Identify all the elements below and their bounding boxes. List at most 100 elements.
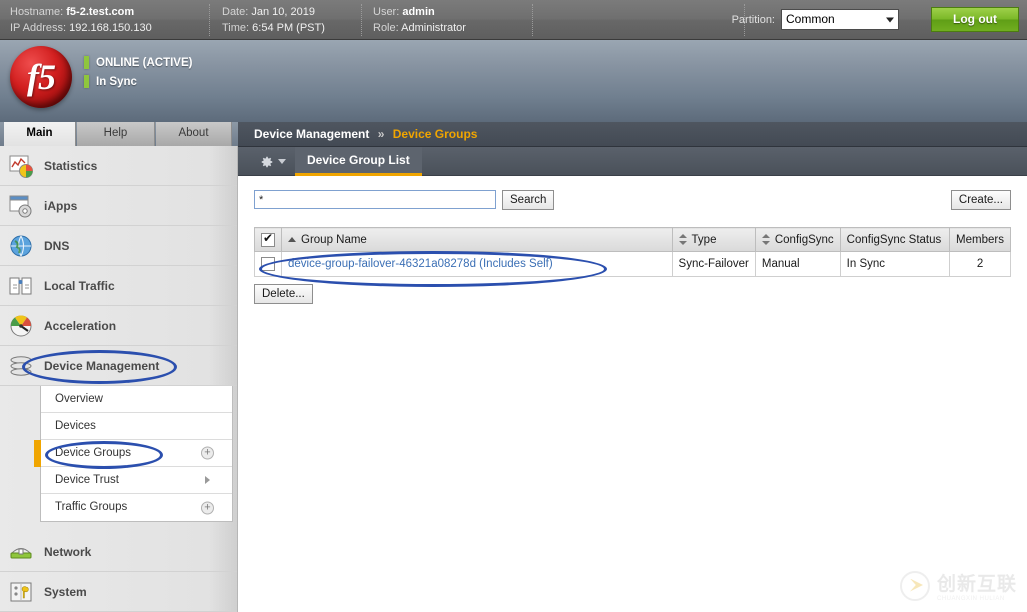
submenu-item-device-groups[interactable]: Device Groups + — [34, 440, 232, 467]
role-label: Role: — [373, 22, 399, 34]
submenu-label-traffic-groups: Traffic Groups — [55, 501, 128, 513]
column-label-group-name: Group Name — [301, 233, 367, 246]
chevron-down-icon — [886, 17, 894, 22]
cell-group-name[interactable]: device-group-failover-46321a08278d (Incl… — [281, 251, 673, 277]
ip-address-value: 192.168.150.130 — [69, 22, 152, 34]
submenu-label-devices: Devices — [55, 420, 96, 432]
sidebar-item-dns[interactable]: DNS — [0, 226, 237, 266]
column-header-members[interactable]: Members — [949, 227, 1011, 252]
role-value: Administrator — [401, 22, 466, 34]
device-group-list-panel: Search Create... Group Name — [238, 176, 1027, 608]
expand-plus-icon[interactable]: + — [201, 446, 214, 460]
partition-selector[interactable]: Partition: Common — [732, 9, 899, 30]
status-sync-text: In Sync — [96, 75, 137, 88]
gear-icon — [261, 156, 273, 167]
sidebar-item-network[interactable]: Network — [0, 532, 237, 572]
tab-help[interactable]: Help — [77, 122, 155, 146]
column-header-group-name[interactable]: Group Name — [281, 227, 673, 252]
system-icon — [8, 579, 34, 605]
sidebar-item-local-traffic[interactable]: Local Traffic — [0, 266, 237, 306]
cell-type: Sync-Failover — [672, 251, 756, 277]
f5-bigip-admin-page: Hostname: f5-2.test.com IP Address: 192.… — [0, 0, 1027, 612]
cell-members: 2 — [949, 251, 1011, 277]
row-select-cell[interactable] — [254, 251, 282, 277]
sidebar-nav: Statistics iApps DNS Local Traffic Accel… — [0, 146, 238, 612]
logout-button[interactable]: Log out — [931, 7, 1019, 32]
submenu-label-device-trust: Device Trust — [55, 474, 119, 486]
user-cell: User: admin Role: Administrator — [373, 4, 533, 36]
settings-menu-button[interactable] — [254, 147, 292, 176]
select-all-header[interactable] — [254, 227, 282, 252]
sidebar-label-device-management: Device Management — [44, 358, 160, 373]
search-button[interactable]: Search — [502, 190, 555, 210]
acceleration-gauge-icon — [8, 313, 34, 339]
expand-plus-icon-traffic[interactable]: + — [201, 501, 214, 514]
sidebar-item-system[interactable]: System — [0, 572, 237, 612]
submenu-item-devices[interactable]: Devices — [41, 413, 232, 440]
brand-banner: f5 ONLINE (ACTIVE) In Sync — [0, 40, 1027, 122]
time-label: Time: — [222, 22, 250, 34]
device-groups-table-wrap: Group Name Type ConfigSync ConfigSync St… — [254, 227, 1011, 277]
topbar-spacer — [545, 4, 745, 36]
sidebar-item-iapps[interactable]: iApps — [0, 186, 237, 226]
tab-about[interactable]: About — [156, 122, 232, 146]
sort-ascending-icon — [288, 236, 296, 242]
chevron-right-icon — [205, 476, 210, 484]
sidebar-label-local-traffic: Local Traffic — [44, 278, 115, 293]
submenu-label-device-groups: Device Groups — [55, 447, 132, 459]
device-groups-table: Group Name Type ConfigSync ConfigSync St… — [254, 227, 1011, 277]
dns-globe-icon — [8, 233, 34, 259]
select-all-checkbox[interactable] — [261, 231, 275, 247]
nav-tab-bar: Main Help About — [0, 122, 238, 146]
status-sync-row: In Sync — [84, 73, 192, 90]
row-checkbox[interactable] — [261, 257, 275, 271]
main-content: Device Management » Device Groups Device… — [238, 122, 1027, 612]
sidebar-item-statistics[interactable]: Statistics — [0, 146, 237, 186]
statistics-icon — [8, 153, 34, 179]
date-value: Jan 10, 2019 — [251, 6, 315, 18]
breadcrumb-separator: » — [377, 127, 385, 141]
f5-logo-text: f5 — [27, 57, 56, 97]
status-online-row: ONLINE (ACTIVE) — [84, 54, 192, 71]
create-button[interactable]: Create... — [950, 190, 1011, 210]
column-label-type: Type — [691, 233, 717, 246]
column-label-configsync-status: ConfigSync Status — [846, 233, 942, 246]
search-toolbar: Search Create... — [254, 190, 1011, 220]
sidebar-label-statistics: Statistics — [44, 158, 98, 173]
breadcrumb-current: Device Groups — [392, 127, 478, 141]
partition-dropdown[interactable]: Common — [781, 9, 899, 30]
user-label: User: — [373, 6, 400, 18]
search-input[interactable] — [254, 190, 496, 209]
submenu-item-overview[interactable]: Overview — [41, 386, 232, 413]
f5-logo: f5 — [10, 46, 72, 108]
submenu-item-device-trust[interactable]: Device Trust — [41, 467, 232, 494]
partition-selected-value: Common — [786, 12, 835, 26]
date-label: Date: — [222, 6, 249, 18]
tab-device-group-list[interactable]: Device Group List — [295, 147, 422, 176]
breadcrumb-root[interactable]: Device Management — [254, 127, 369, 141]
delete-button[interactable]: Delete... — [254, 284, 313, 304]
local-traffic-icon — [8, 273, 34, 299]
column-header-configsync-status[interactable]: ConfigSync Status — [840, 227, 951, 252]
sidebar-label-acceleration: Acceleration — [44, 318, 117, 333]
submenu-item-traffic-groups[interactable]: Traffic Groups + — [41, 494, 232, 521]
sidebar-label-system: System — [44, 584, 87, 599]
tab-main[interactable]: Main — [4, 122, 76, 146]
content-tab-bar: Device Group List — [238, 147, 1027, 176]
column-header-type[interactable]: Type — [672, 227, 756, 252]
status-online-text: ONLINE (ACTIVE) — [96, 56, 193, 69]
top-info-bar: Hostname: f5-2.test.com IP Address: 192.… — [0, 0, 1027, 40]
submenu-label-overview: Overview — [55, 393, 103, 405]
sidebar-label-dns: DNS — [44, 238, 70, 253]
sidebar-item-acceleration[interactable]: Acceleration — [0, 306, 237, 346]
sync-indicator-icon — [84, 75, 89, 88]
hostname-value: f5-2.test.com — [66, 6, 135, 18]
sidebar-item-device-management[interactable]: Device Management — [0, 346, 237, 386]
ip-address-label: IP Address: — [10, 22, 67, 34]
hostname-label: Hostname: — [10, 6, 64, 18]
device-group-link[interactable]: device-group-failover-46321a08278d (Incl… — [288, 258, 553, 270]
column-label-members: Members — [956, 233, 1004, 246]
column-header-configsync[interactable]: ConfigSync — [755, 227, 841, 252]
table-row[interactable]: device-group-failover-46321a08278d (Incl… — [254, 251, 1011, 277]
sort-toggle-icon-type — [678, 233, 687, 245]
